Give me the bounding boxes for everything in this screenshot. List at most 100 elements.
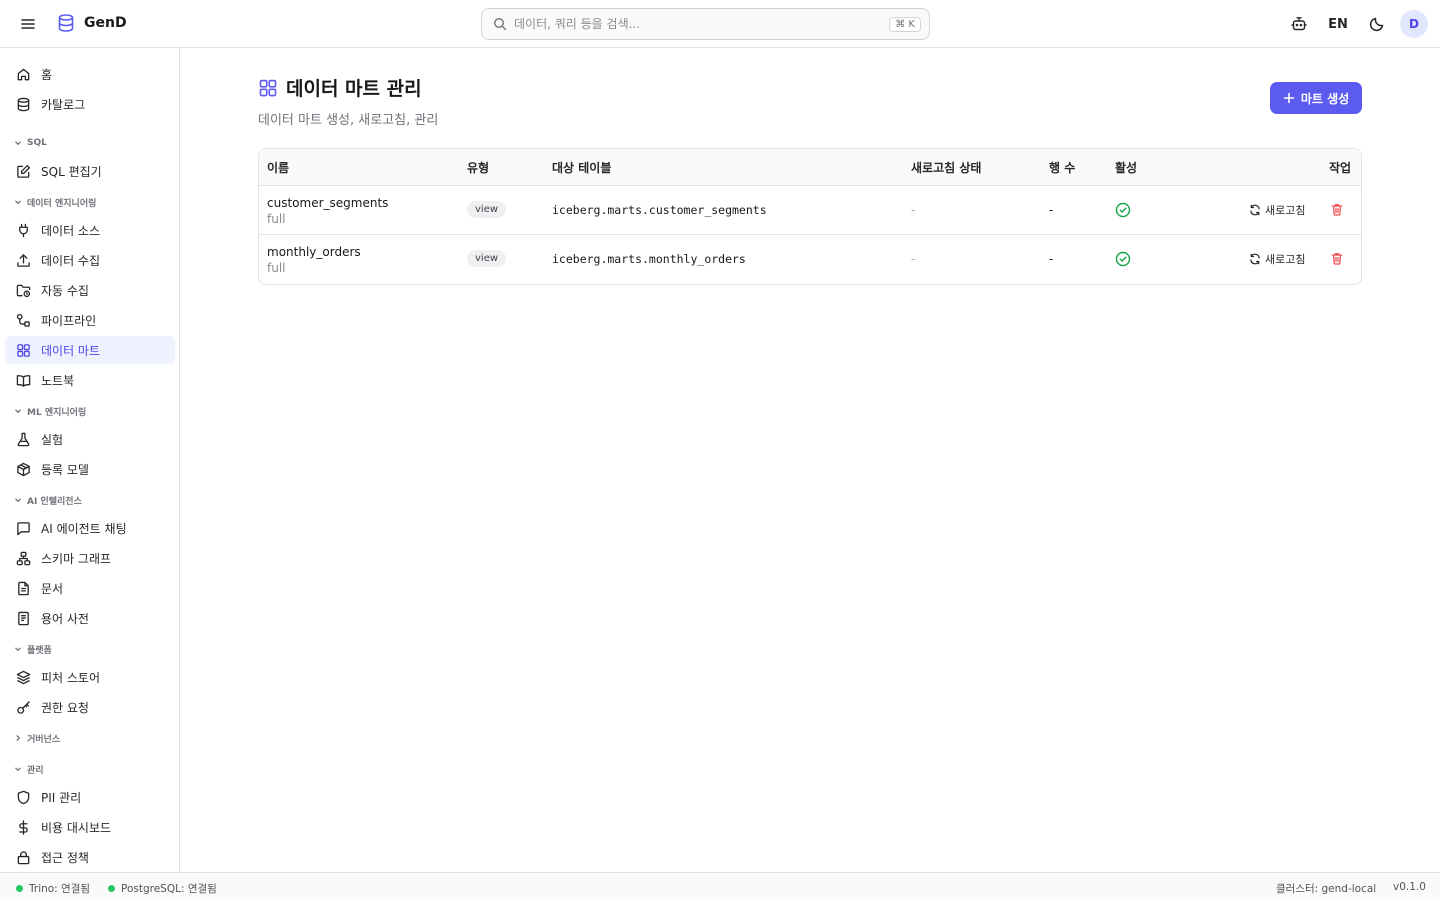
postgres-status-text: PostgreSQL: 연결됨 bbox=[121, 883, 217, 895]
connected-dot-icon bbox=[16, 885, 23, 892]
edit-icon bbox=[17, 164, 30, 178]
sidebar-item-data-source[interactable]: 데이터 소스 bbox=[5, 216, 175, 244]
sidebar-item-notebook[interactable]: 노트북 bbox=[5, 366, 175, 394]
dollar-sign-icon bbox=[19, 819, 28, 835]
create-mart-button[interactable]: 마트 생성 bbox=[1270, 82, 1362, 114]
layers-icon bbox=[16, 670, 31, 684]
refresh-button[interactable]: 새로고침 bbox=[1249, 202, 1305, 218]
mart-type-badge: view bbox=[467, 201, 507, 218]
mart-name: customer_segments bbox=[267, 196, 389, 210]
sidebar-group-ai-intelligence[interactable]: AI 인텔리전스 bbox=[13, 492, 82, 508]
chevron-right-icon bbox=[16, 735, 21, 741]
refresh-label: 새로고침 bbox=[1265, 204, 1306, 217]
lock-icon bbox=[17, 850, 30, 864]
sidebar-item-permission-request[interactable]: 권한 요청 bbox=[5, 693, 175, 721]
sidebar-item-ai-agent-chat[interactable]: AI 에이전트 채팅 bbox=[5, 514, 175, 542]
sidebar-item-data-ingest[interactable]: 데이터 수집 bbox=[5, 246, 175, 274]
grid-icon bbox=[259, 79, 277, 96]
column-header-target[interactable]: 대상 테이블 bbox=[552, 159, 611, 176]
mart-refresh-status: - bbox=[911, 252, 916, 266]
theme-toggle-button[interactable] bbox=[1362, 9, 1392, 39]
sidebar-item-label: 데이터 마트 bbox=[41, 343, 101, 358]
sidebar-item-label: 데이터 소스 bbox=[41, 223, 101, 238]
chevron-down-icon bbox=[15, 409, 21, 414]
trash-icon bbox=[1331, 204, 1343, 216]
sidebar-item-sql-editor[interactable]: SQL 편집기 bbox=[5, 157, 175, 185]
column-header-active[interactable]: 활성 bbox=[1115, 159, 1137, 176]
search-input[interactable] bbox=[514, 17, 890, 31]
sidebar-item-experiment[interactable]: 실험 bbox=[5, 425, 175, 453]
sidebar-item-label: 접근 정책 bbox=[41, 850, 89, 865]
ai-assistant-button[interactable] bbox=[1284, 9, 1314, 39]
sidebar-item-access-policy[interactable]: 접근 정책 bbox=[5, 843, 175, 871]
app-version: v0.1.0 bbox=[1393, 881, 1426, 893]
sidebar-item-glossary[interactable]: 용어 사전 bbox=[5, 604, 175, 632]
sidebar-group-label: AI 인텔리전스 bbox=[27, 496, 82, 507]
column-header-refresh-status[interactable]: 새로고침 상태 bbox=[911, 159, 981, 176]
sidebar-item-data-mart[interactable]: 데이터 마트 bbox=[5, 336, 175, 364]
table-row[interactable]: monthly_orders full view iceberg.marts.m… bbox=[259, 235, 1361, 284]
menu-toggle-button[interactable] bbox=[16, 12, 40, 36]
brand[interactable]: GenD bbox=[56, 13, 127, 33]
sidebar-item-label: 비용 대시보드 bbox=[41, 820, 112, 835]
mart-refresh-mode: full bbox=[267, 212, 286, 226]
hamburger-icon bbox=[21, 19, 35, 29]
upload-icon bbox=[17, 253, 30, 267]
delete-button[interactable] bbox=[1331, 252, 1343, 269]
sidebar-item-auto-ingest[interactable]: 자동 수집 bbox=[5, 276, 175, 304]
sidebar-item-feature-store[interactable]: 피처 스토어 bbox=[5, 663, 175, 691]
sidebar-item-label: 실험 bbox=[41, 432, 64, 447]
sidebar-group-admin[interactable]: 관리 bbox=[13, 761, 44, 777]
sidebar-item-pii-management[interactable]: PII 관리 bbox=[5, 783, 175, 811]
chevron-down-icon bbox=[15, 767, 21, 772]
sidebar-item-schema-graph[interactable]: 스키마 그래프 bbox=[5, 544, 175, 572]
chevron-down-icon bbox=[15, 141, 21, 146]
sidebar-group-ml-engineering[interactable]: ML 엔지니어링 bbox=[13, 403, 86, 419]
language-toggle[interactable]: EN bbox=[1320, 17, 1356, 32]
cluster-name: 클러스터: gend-local bbox=[1276, 883, 1377, 895]
column-header-type[interactable]: 유형 bbox=[467, 159, 489, 176]
sidebar-item-catalog[interactable]: 카탈로그 bbox=[5, 90, 175, 118]
mart-row-count: - bbox=[1049, 203, 1054, 217]
sidebar-group-data-engineering[interactable]: 데이터 엔지니어링 bbox=[13, 194, 96, 210]
refresh-button[interactable]: 새로고침 bbox=[1249, 251, 1305, 267]
key-icon bbox=[17, 700, 30, 714]
file-text-icon bbox=[18, 581, 29, 595]
table-row[interactable]: customer_segments full view iceberg.mart… bbox=[259, 186, 1361, 235]
sidebar-item-label: SQL 편집기 bbox=[41, 164, 102, 179]
page-header: 데이터 마트 관리 데이터 마트 생성, 새로고침, 관리 bbox=[258, 74, 438, 128]
sidebar-group-platform[interactable]: 플랫폼 bbox=[13, 641, 52, 657]
mart-target-table: iceberg.marts.customer_segments bbox=[552, 203, 767, 217]
sidebar-item-pipeline[interactable]: 파이프라인 bbox=[5, 306, 175, 334]
column-header-name[interactable]: 이름 bbox=[267, 159, 289, 176]
mart-target-table: iceberg.marts.monthly_orders bbox=[552, 252, 746, 266]
sidebar-item-documents[interactable]: 문서 bbox=[5, 574, 175, 602]
grid-icon bbox=[17, 343, 30, 357]
plug-icon bbox=[19, 223, 28, 237]
database-logo-icon bbox=[58, 14, 74, 32]
sidebar-item-label: 홈 bbox=[41, 67, 53, 82]
sidebar-group-sql[interactable]: SQL bbox=[13, 135, 47, 151]
sidebar-item-label: 파이프라인 bbox=[41, 313, 97, 328]
package-icon bbox=[17, 462, 30, 476]
active-check-icon[interactable] bbox=[1115, 251, 1131, 271]
chevron-down-icon bbox=[15, 200, 21, 205]
chevron-down-icon bbox=[15, 647, 21, 652]
sidebar-item-label: 카탈로그 bbox=[41, 97, 86, 112]
column-header-row-count[interactable]: 행 수 bbox=[1049, 159, 1075, 176]
global-search[interactable]: ⌘ K bbox=[481, 8, 930, 40]
page-title: 데이터 마트 관리 bbox=[286, 78, 422, 100]
page-subtitle: 데이터 마트 생성, 새로고침, 관리 bbox=[258, 113, 439, 128]
sidebar-item-cost-dashboard[interactable]: 비용 대시보드 bbox=[5, 813, 175, 841]
bot-icon bbox=[1291, 17, 1307, 31]
sidebar-item-label: 권한 요청 bbox=[41, 700, 89, 715]
search-shortcut-badge: ⌘ K bbox=[889, 16, 921, 32]
status-bar: Trino: 연결됨 PostgreSQL: 연결됨 클러스터: gend-lo… bbox=[0, 872, 1440, 900]
delete-button[interactable] bbox=[1331, 203, 1343, 220]
sidebar-group-governance[interactable]: 거버넌스 bbox=[13, 730, 60, 746]
sidebar-item-registered-model[interactable]: 등록 모델 bbox=[5, 455, 175, 483]
refresh-icon bbox=[1250, 204, 1260, 216]
sidebar-item-home[interactable]: 홈 bbox=[5, 60, 175, 88]
active-check-icon[interactable] bbox=[1115, 202, 1131, 222]
user-avatar[interactable]: D bbox=[1400, 10, 1428, 38]
